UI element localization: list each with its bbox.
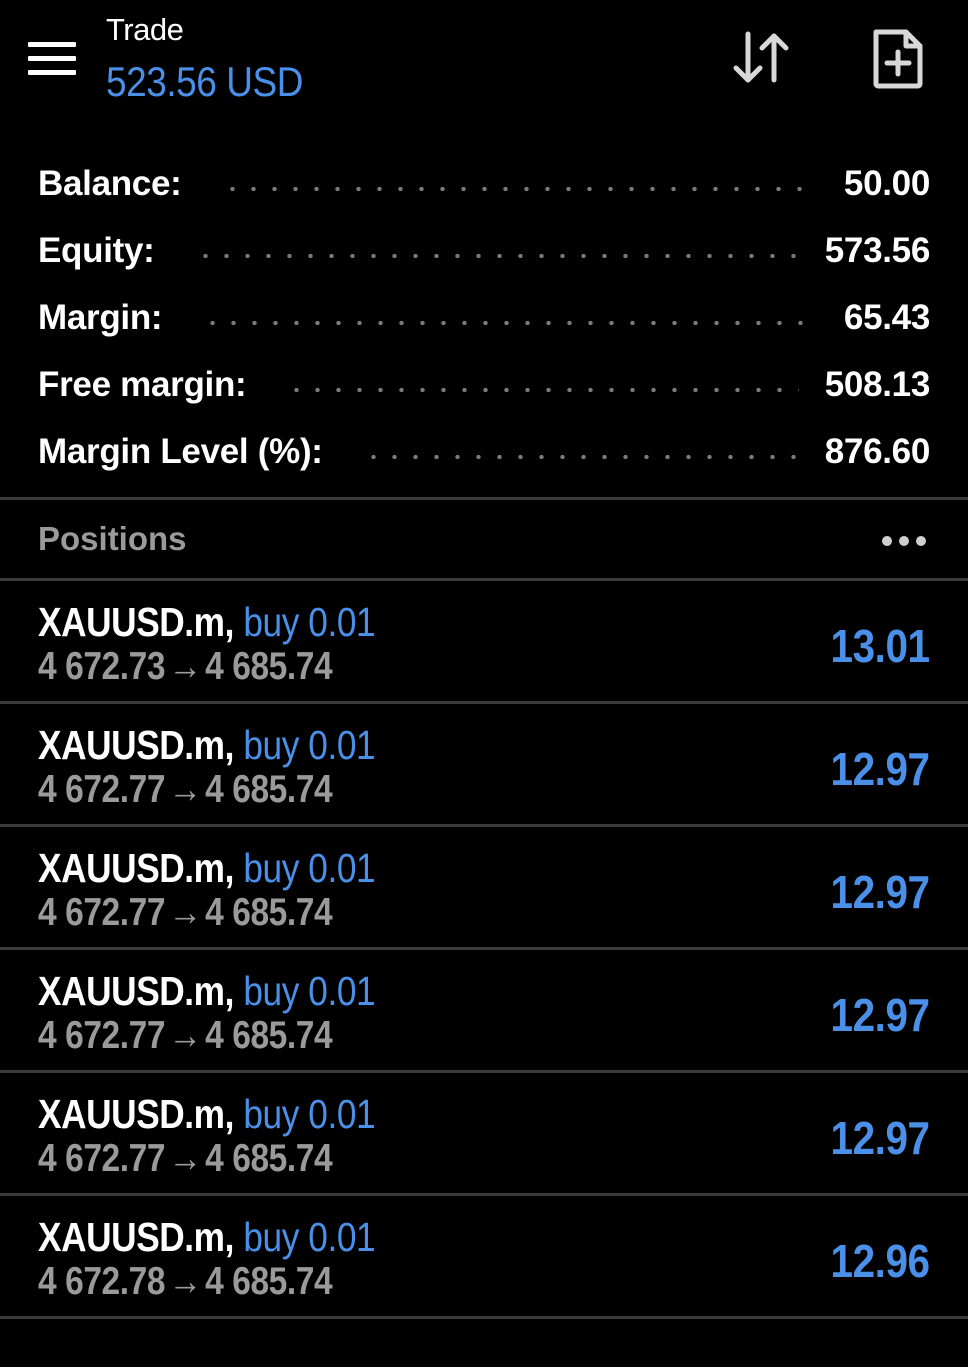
summary-row-free-margin: Free margin: 508.13: [38, 351, 930, 418]
margin-label: Margin:: [38, 297, 163, 337]
equity-value: 573.56: [824, 230, 931, 270]
position-side-volume: buy 0.01: [243, 722, 376, 768]
position-side-volume: buy 0.01: [243, 968, 376, 1014]
position-row[interactable]: XAUUSD.m, buy 0.01 4 672.77→4 685.74 12.…: [0, 1073, 968, 1196]
position-profit: 12.97: [830, 1112, 931, 1164]
position-side-volume: buy 0.01: [243, 1091, 376, 1137]
position-profit: 12.97: [830, 866, 931, 918]
margin-level-label: Margin Level (%):: [38, 431, 323, 471]
position-open-price: 4 672.77: [38, 768, 166, 811]
balance-value: 50.00: [843, 163, 930, 203]
dotted-leader: [362, 454, 799, 459]
position-row[interactable]: XAUUSD.m, buy 0.01 4 672.73→4 685.74 13.…: [0, 581, 968, 704]
position-current-price: 4 685.74: [205, 1260, 333, 1303]
more-options-icon[interactable]: [882, 536, 926, 546]
account-equity-header: 523.56 USD: [106, 58, 303, 105]
position-row[interactable]: XAUUSD.m, buy 0.01 4 672.77→4 685.74 12.…: [0, 827, 968, 950]
positions-title: Positions: [38, 520, 187, 557]
position-row[interactable]: XAUUSD.m, buy 0.01 4 672.77→4 685.74 12.…: [0, 704, 968, 827]
account-summary: Balance: 50.00 Equity: 573.56 Margin: 65…: [0, 150, 968, 485]
position-symbol: XAUUSD.m,: [38, 722, 234, 768]
summary-row-equity: Equity: 573.56: [38, 217, 930, 284]
dotted-leader: [202, 320, 818, 325]
arrow-right-icon: →: [168, 1014, 203, 1057]
arrow-right-icon: →: [168, 768, 203, 811]
position-side-volume: buy 0.01: [243, 599, 376, 645]
margin-value: 65.43: [843, 297, 930, 337]
arrow-right-icon: →: [168, 891, 203, 934]
position-current-price: 4 685.74: [205, 645, 333, 688]
positions-header: Positions: [0, 500, 968, 578]
dotted-leader: [286, 387, 799, 392]
position-symbol: XAUUSD.m,: [38, 968, 234, 1014]
position-side-volume: buy 0.01: [243, 1214, 376, 1260]
arrow-right-icon: →: [168, 1137, 203, 1180]
arrow-right-icon: →: [168, 1260, 203, 1303]
position-open-price: 4 672.77: [38, 1014, 166, 1057]
position-profit: 12.97: [830, 743, 931, 795]
app-header: Trade 523.56 USD: [0, 0, 968, 150]
position-profit: 12.97: [830, 989, 931, 1041]
add-document-icon[interactable]: [870, 28, 926, 90]
sort-icon[interactable]: [728, 28, 796, 88]
position-symbol: XAUUSD.m,: [38, 845, 234, 891]
position-side-volume: buy 0.01: [243, 845, 376, 891]
free-margin-label: Free margin:: [38, 364, 247, 404]
summary-row-margin-level: Margin Level (%): 876.60: [38, 418, 930, 485]
dotted-leader: [221, 186, 818, 191]
position-profit: 12.96: [830, 1235, 931, 1287]
trade-screen: Trade 523.56 USD Balance: 50.00 Equity: …: [0, 0, 968, 1367]
arrow-right-icon: →: [168, 645, 203, 688]
positions-list: XAUUSD.m, buy 0.01 4 672.73→4 685.74 13.…: [0, 581, 968, 1319]
position-symbol: XAUUSD.m,: [38, 1091, 234, 1137]
position-open-price: 4 672.77: [38, 891, 166, 934]
equity-label: Equity:: [38, 230, 155, 270]
page-title: Trade: [106, 12, 184, 47]
position-current-price: 4 685.74: [205, 1137, 333, 1180]
position-row[interactable]: XAUUSD.m, buy 0.01 4 672.78→4 685.74 12.…: [0, 1196, 968, 1319]
summary-row-balance: Balance: 50.00: [38, 150, 930, 217]
position-current-price: 4 685.74: [205, 1014, 333, 1057]
position-current-price: 4 685.74: [205, 768, 333, 811]
balance-label: Balance:: [38, 163, 182, 203]
margin-level-value: 876.60: [824, 431, 931, 471]
position-current-price: 4 685.74: [205, 891, 333, 934]
position-open-price: 4 672.73: [38, 645, 166, 688]
dotted-leader: [194, 253, 799, 258]
position-open-price: 4 672.77: [38, 1137, 166, 1180]
position-row[interactable]: XAUUSD.m, buy 0.01 4 672.77→4 685.74 12.…: [0, 950, 968, 1073]
free-margin-value: 508.13: [824, 364, 931, 404]
menu-icon[interactable]: [28, 42, 76, 76]
position-symbol: XAUUSD.m,: [38, 599, 234, 645]
summary-row-margin: Margin: 65.43: [38, 284, 930, 351]
position-symbol: XAUUSD.m,: [38, 1214, 234, 1260]
position-open-price: 4 672.78: [38, 1260, 166, 1303]
position-profit: 13.01: [830, 620, 931, 672]
